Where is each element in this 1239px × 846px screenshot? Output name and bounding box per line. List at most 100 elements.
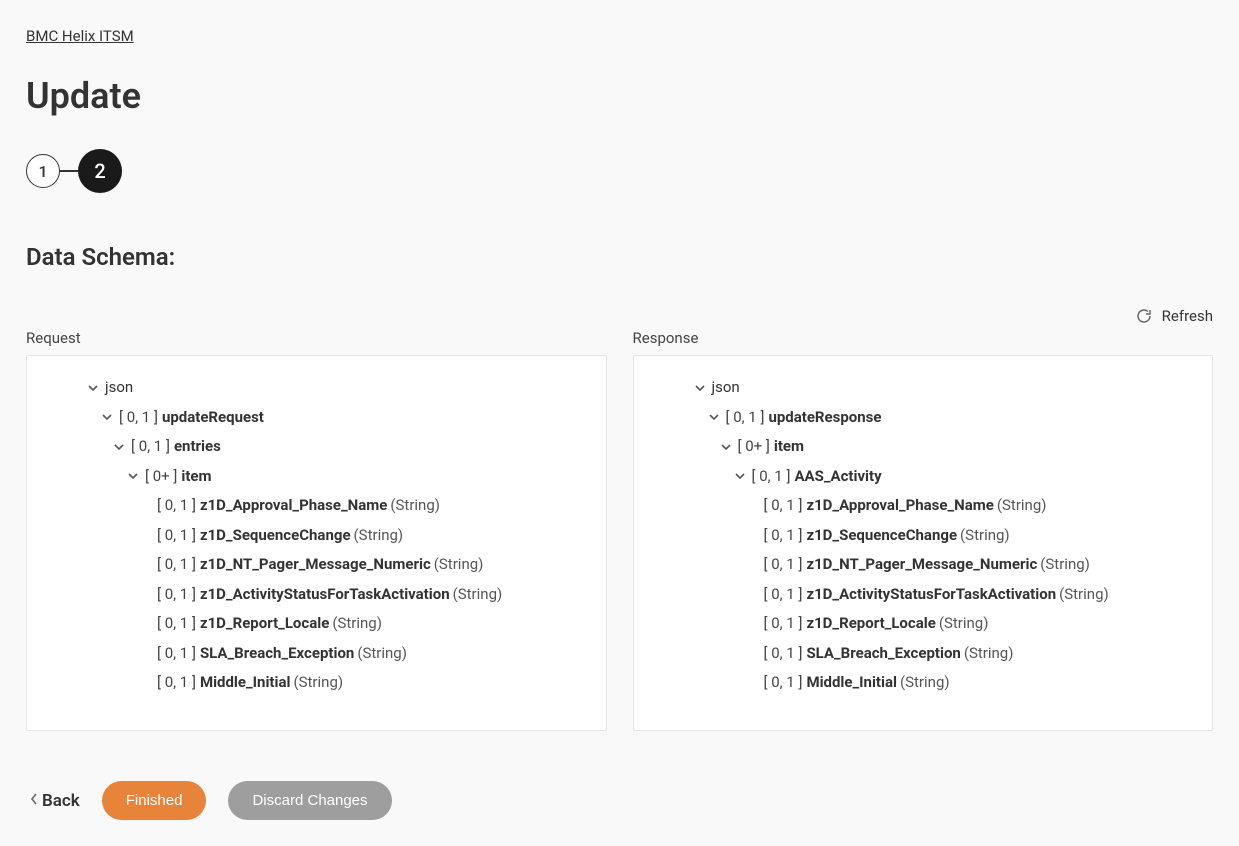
- cardinality: [ 0, 1 ]: [764, 526, 803, 546]
- type-hint: (String): [354, 526, 404, 546]
- response-column-header: Response: [633, 329, 1214, 355]
- tree-leaf-label: z1D_NT_Pager_Message_Numeric: [806, 555, 1037, 575]
- tree-node[interactable]: [ 0, 1 ] entries: [41, 432, 586, 462]
- tree-node-label: item: [181, 467, 211, 487]
- tree-leaf-label: z1D_SequenceChange: [806, 526, 957, 546]
- tree-node[interactable]: [ 0+ ] item: [648, 432, 1193, 462]
- tree-node-label: updateResponse: [768, 408, 881, 428]
- tree-leaf-label: z1D_Report_Locale: [806, 614, 935, 634]
- refresh-label: Refresh: [1162, 307, 1213, 325]
- tree-leaf-label: SLA_Breach_Exception: [806, 644, 960, 664]
- refresh-button[interactable]: Refresh: [1136, 307, 1213, 325]
- tree-leaf-label: z1D_Approval_Phase_Name: [806, 496, 993, 516]
- tree-leaf[interactable]: [ 0, 1 ] Middle_Initial (String): [41, 668, 586, 698]
- type-hint: (String): [900, 673, 950, 693]
- tree-leaf-label: z1D_ActivityStatusForTaskActivation: [806, 585, 1056, 605]
- tree-node[interactable]: [ 0, 1 ] updateRequest: [41, 403, 586, 433]
- back-button[interactable]: Back: [30, 791, 80, 811]
- cardinality: [ 0, 1 ]: [764, 496, 803, 516]
- type-hint: (String): [434, 555, 484, 575]
- tree-leaf[interactable]: [ 0, 1 ] z1D_NT_Pager_Message_Numeric (S…: [648, 550, 1193, 580]
- cardinality: [ 0, 1 ]: [157, 585, 196, 605]
- step-connector: [60, 170, 78, 172]
- step-1[interactable]: 1: [26, 154, 60, 188]
- tree-leaf[interactable]: [ 0, 1 ] Middle_Initial (String): [648, 668, 1193, 698]
- chevron-down-icon[interactable]: [692, 382, 708, 394]
- tree-leaf-label: z1D_SequenceChange: [200, 526, 351, 546]
- type-hint: (String): [1059, 585, 1109, 605]
- cardinality: [ 0, 1 ]: [119, 408, 158, 428]
- type-hint: (String): [997, 496, 1047, 516]
- tree-node-label: item: [774, 437, 804, 457]
- tree-root[interactable]: json: [41, 370, 586, 403]
- tree-leaf[interactable]: [ 0, 1 ] z1D_NT_Pager_Message_Numeric (S…: [41, 550, 586, 580]
- tree-node-label: entries: [174, 437, 221, 457]
- footer-bar: Back Finished Discard Changes: [26, 781, 1213, 820]
- type-hint: (String): [939, 614, 989, 634]
- tree-leaf[interactable]: [ 0, 1 ] z1D_ActivityStatusForTaskActiva…: [41, 580, 586, 610]
- tree-leaf-label: z1D_ActivityStatusForTaskActivation: [200, 585, 450, 605]
- chevron-down-icon[interactable]: [85, 382, 101, 394]
- tree-leaf[interactable]: [ 0, 1 ] z1D_Approval_Phase_Name (String…: [41, 491, 586, 521]
- cardinality: [ 0, 1 ]: [752, 467, 791, 487]
- tree-node-label: json: [105, 378, 133, 398]
- tree-leaf[interactable]: [ 0, 1 ] z1D_ActivityStatusForTaskActiva…: [648, 580, 1193, 610]
- tree-leaf[interactable]: [ 0, 1 ] z1D_SequenceChange (String): [41, 521, 586, 551]
- cardinality: [ 0, 1 ]: [764, 555, 803, 575]
- page-title: Update: [26, 75, 1213, 117]
- chevron-down-icon[interactable]: [732, 470, 748, 482]
- discard-changes-button[interactable]: Discard Changes: [228, 781, 391, 820]
- type-hint: (String): [293, 673, 343, 693]
- tree-leaf-label: z1D_Approval_Phase_Name: [200, 496, 387, 516]
- tree-node-label: json: [712, 378, 740, 398]
- cardinality: [ 0, 1 ]: [726, 408, 765, 428]
- cardinality: [ 0, 1 ]: [764, 644, 803, 664]
- cardinality: [ 0+ ]: [145, 467, 177, 487]
- tree-leaf[interactable]: [ 0, 1 ] z1D_Report_Locale (String): [648, 609, 1193, 639]
- chevron-left-icon: [30, 793, 38, 809]
- cardinality: [ 0, 1 ]: [157, 496, 196, 516]
- chevron-down-icon[interactable]: [125, 470, 141, 482]
- chevron-down-icon[interactable]: [718, 441, 734, 453]
- chevron-down-icon[interactable]: [99, 411, 115, 423]
- chevron-down-icon[interactable]: [706, 411, 722, 423]
- tree-node[interactable]: [ 0+ ] item: [41, 462, 586, 492]
- tree-leaf[interactable]: [ 0, 1 ] z1D_SequenceChange (String): [648, 521, 1193, 551]
- cardinality: [ 0, 1 ]: [131, 437, 170, 457]
- response-schema-panel: json [ 0, 1 ] updateResponse [ 0+ ] item…: [633, 355, 1214, 731]
- tree-leaf[interactable]: [ 0, 1 ] z1D_Approval_Phase_Name (String…: [648, 491, 1193, 521]
- cardinality: [ 0, 1 ]: [157, 555, 196, 575]
- type-hint: (String): [964, 644, 1014, 664]
- chevron-down-icon[interactable]: [111, 441, 127, 453]
- cardinality: [ 0+ ]: [738, 437, 770, 457]
- finished-button[interactable]: Finished: [102, 781, 207, 820]
- type-hint: (String): [332, 614, 382, 634]
- cardinality: [ 0, 1 ]: [157, 614, 196, 634]
- back-label: Back: [42, 791, 80, 811]
- cardinality: [ 0, 1 ]: [157, 526, 196, 546]
- cardinality: [ 0, 1 ]: [764, 673, 803, 693]
- tree-node[interactable]: [ 0, 1 ] AAS_Activity: [648, 462, 1193, 492]
- cardinality: [ 0, 1 ]: [157, 644, 196, 664]
- step-2[interactable]: 2: [78, 149, 122, 193]
- tree-leaf[interactable]: [ 0, 1 ] SLA_Breach_Exception (String): [648, 639, 1193, 669]
- stepper: 1 2: [26, 149, 1213, 193]
- tree-leaf[interactable]: [ 0, 1 ] SLA_Breach_Exception (String): [41, 639, 586, 669]
- tree-leaf-label: Middle_Initial: [806, 673, 897, 693]
- type-hint: (String): [390, 496, 440, 516]
- cardinality: [ 0, 1 ]: [764, 614, 803, 634]
- type-hint: (String): [453, 585, 503, 605]
- type-hint: (String): [1040, 555, 1090, 575]
- tree-leaf-label: SLA_Breach_Exception: [200, 644, 354, 664]
- tree-leaf-label: Middle_Initial: [200, 673, 291, 693]
- section-title: Data Schema:: [26, 243, 1213, 271]
- breadcrumb[interactable]: BMC Helix ITSM: [26, 27, 134, 45]
- tree-root[interactable]: json: [648, 370, 1193, 403]
- type-hint: (String): [357, 644, 407, 664]
- tree-node[interactable]: [ 0, 1 ] updateResponse: [648, 403, 1193, 433]
- cardinality: [ 0, 1 ]: [157, 673, 196, 693]
- tree-leaf-label: z1D_NT_Pager_Message_Numeric: [200, 555, 431, 575]
- tree-leaf-label: z1D_Report_Locale: [200, 614, 329, 634]
- request-column-header: Request: [26, 329, 607, 355]
- tree-leaf[interactable]: [ 0, 1 ] z1D_Report_Locale (String): [41, 609, 586, 639]
